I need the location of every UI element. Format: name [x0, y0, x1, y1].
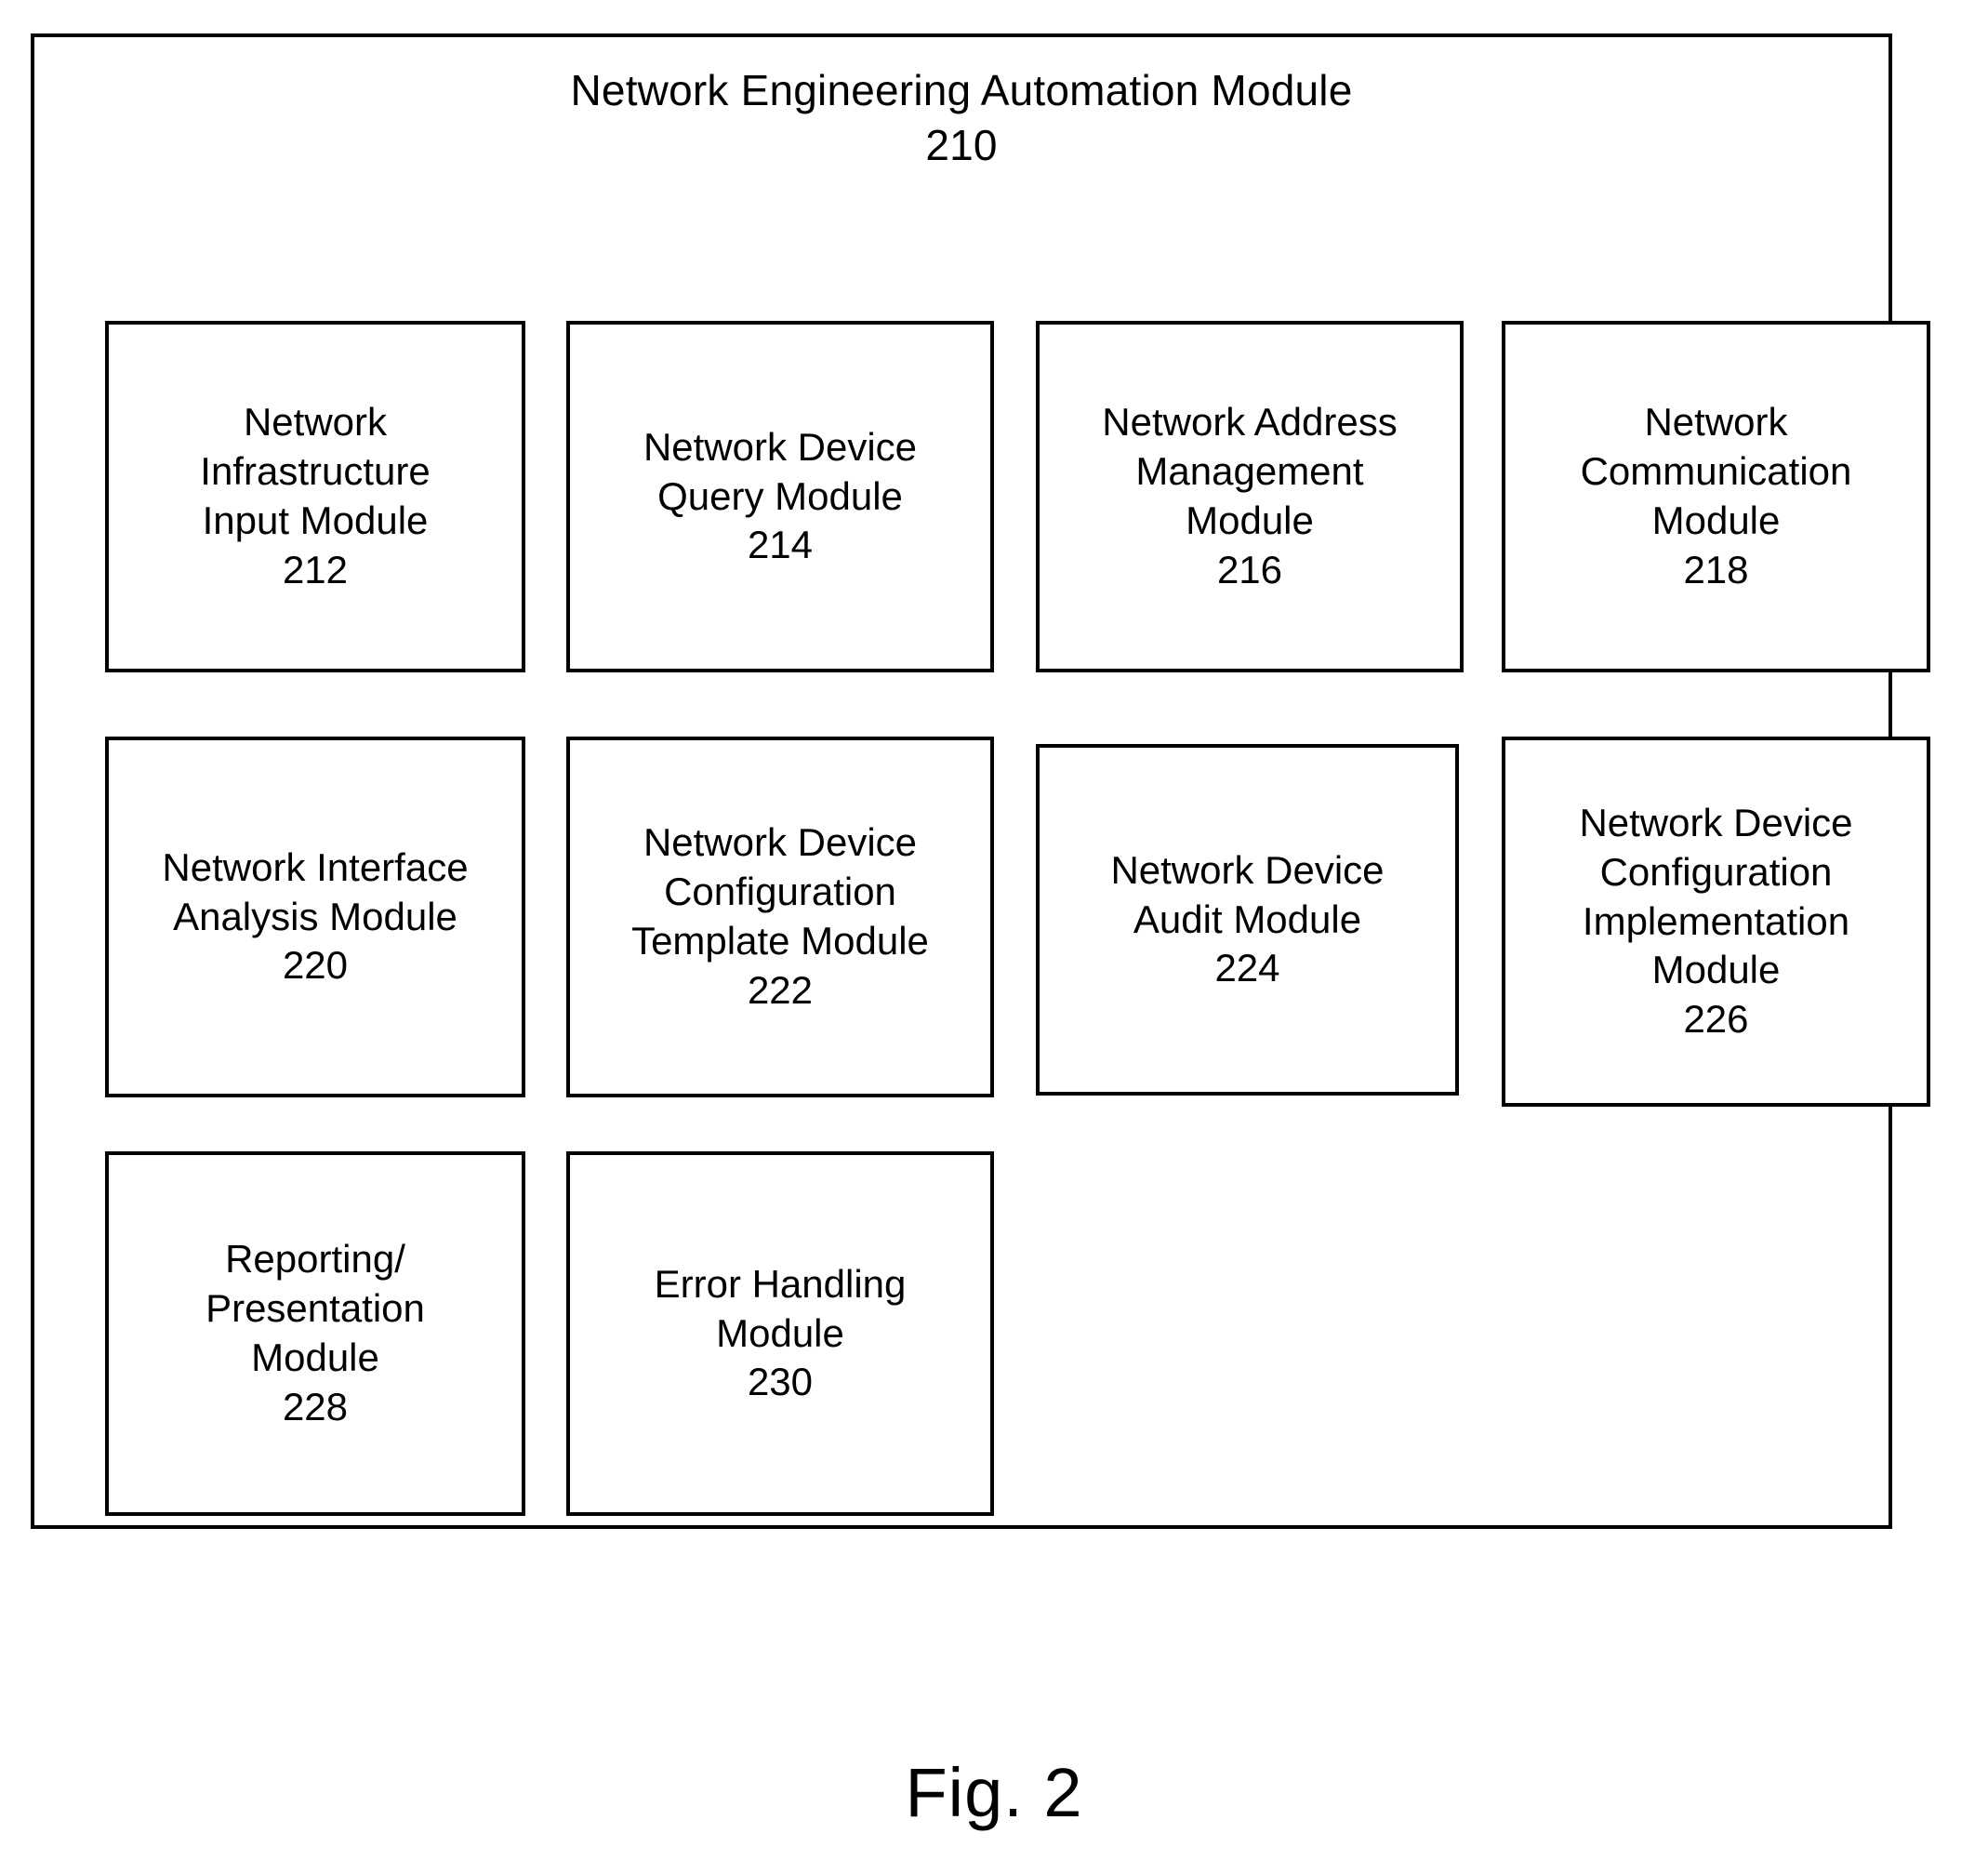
module-box-220: Network Interface Analysis Module 220 — [105, 737, 525, 1097]
module-label-212: Network Infrastructure Input Module 212 — [200, 400, 431, 591]
module-box-226: Network Device Configuration Implementat… — [1502, 737, 1930, 1107]
module-label-224: Network Device Audit Module 224 — [1110, 847, 1385, 990]
module-box-230: Error Handling Module 230 — [566, 1151, 994, 1516]
module-box-214: Network Device Query Module 214 — [566, 321, 994, 672]
module-box-222: Network Device Configuration Template Mo… — [566, 737, 994, 1097]
patent-figure: Network Engineering Automation Module 21… — [0, 0, 1988, 1860]
module-label-226: Network Device Configuration Implementat… — [1579, 800, 1853, 1042]
module-box-212: Network Infrastructure Input Module 212 — [105, 321, 525, 672]
module-label-220: Network Interface Analysis Module 220 — [162, 844, 469, 988]
module-box-216: Network Address Management Module 216 — [1036, 321, 1464, 672]
module-label-222: Network Device Configuration Template Mo… — [631, 820, 929, 1012]
module-label-214: Network Device Query Module 214 — [643, 424, 918, 567]
outer-module-title: Network Engineering Automation Module — [570, 66, 1353, 114]
module-box-228: Reporting/ Presentation Module 228 — [105, 1151, 525, 1516]
module-label-218: Network Communication Module 218 — [1580, 400, 1852, 591]
outer-module-network-engineering-automation: Network Engineering Automation Module 21… — [31, 33, 1930, 1529]
outer-module-title-block: Network Engineering Automation Module 21… — [34, 63, 1889, 173]
module-box-218: Network Communication Module 218 — [1502, 321, 1930, 672]
module-label-228: Reporting/ Presentation Module 228 — [205, 1237, 425, 1428]
module-label-230: Error Handling Module 230 — [654, 1261, 907, 1404]
outer-module-reference-numeral: 210 — [925, 120, 998, 169]
module-box-224: Network Device Audit Module 224 — [1036, 744, 1459, 1096]
module-label-216: Network Address Management Module 216 — [1102, 400, 1398, 591]
figure-caption: Fig. 2 — [905, 1754, 1083, 1831]
